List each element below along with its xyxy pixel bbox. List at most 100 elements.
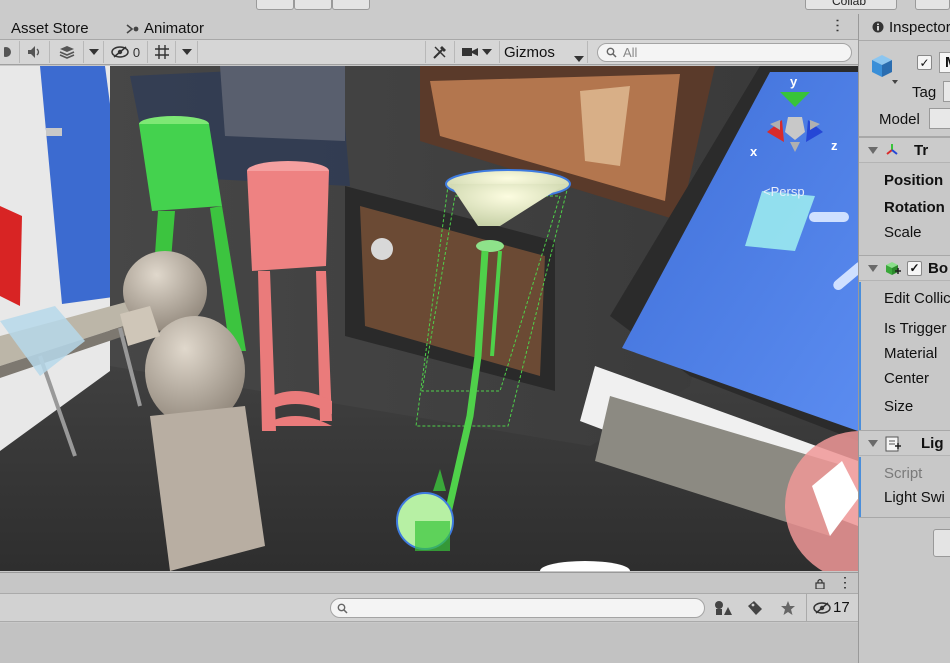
hidden-count-toggle[interactable]: 17 <box>806 594 858 622</box>
inspector-panel: Inspector ✓ M Tag Model Tr Position Rota… <box>858 14 950 663</box>
chevron-down-icon <box>482 49 492 55</box>
add-component-button[interactable] <box>933 529 950 557</box>
hidden-objects-toggle[interactable]: 0 <box>104 41 148 63</box>
tag-dropdown[interactable] <box>943 81 950 102</box>
scale-label[interactable]: Scale <box>884 224 922 241</box>
tab-asset-store[interactable]: Asset Store <box>11 18 89 40</box>
box-collider-enabled-checkbox[interactable]: ✓ <box>907 260 922 276</box>
star-icon[interactable] <box>780 600 796 616</box>
scene-tab-bar: Asset Store Animator ⋯ <box>0 14 858 40</box>
console-toolbar: 17 <box>0 594 858 622</box>
tools-icon <box>433 46 446 59</box>
projection-label[interactable]: <Persp <box>763 184 805 199</box>
axis-y-label: y <box>790 74 798 89</box>
position-label[interactable]: Position <box>884 172 943 189</box>
size-label: Size <box>884 398 914 415</box>
component-accent-bar <box>859 457 861 517</box>
search-icon <box>337 603 348 614</box>
light-switch-title: Lig <box>921 434 944 452</box>
component-accent-bar <box>859 282 861 432</box>
grid-toggle[interactable] <box>148 41 176 63</box>
lock-icon[interactable] <box>0 66 9 75</box>
prefab-cube-icon[interactable] <box>868 52 900 84</box>
orientation-gizmo[interactable]: y x z <box>740 72 850 182</box>
edit-collider-label[interactable]: Edit Collic <box>884 290 950 307</box>
tab-inspector[interactable]: Inspector <box>859 14 950 41</box>
play-button[interactable] <box>256 0 294 10</box>
box-collider-title: Bo <box>928 259 948 277</box>
light-switch-field-label: Light Swi <box>884 489 945 506</box>
console-search-input[interactable] <box>330 598 705 618</box>
transform-icon <box>886 144 898 155</box>
tag-icon[interactable] <box>747 600 763 616</box>
grid-icon <box>154 45 169 59</box>
lock-icon[interactable] <box>815 578 825 589</box>
audio-toggle[interactable] <box>20 41 50 63</box>
tab-animator-label: Animator <box>144 20 205 37</box>
model-select-button[interactable] <box>929 108 950 129</box>
axis-z-label: z <box>831 138 838 153</box>
gizmos-button[interactable]: Gizmos <box>500 41 588 63</box>
eye-hidden-icon <box>111 46 129 58</box>
grid-dropdown[interactable] <box>176 41 198 63</box>
account-button[interactable] <box>915 0 950 10</box>
console-content <box>0 623 858 663</box>
toolbar-strip: Collab <box>0 0 950 14</box>
foldout-caret-icon[interactable] <box>868 439 878 447</box>
step-button[interactable] <box>332 0 370 10</box>
info-icon <box>872 21 884 33</box>
console-tab-bar: ⋮ <box>0 572 858 594</box>
search-icon <box>606 47 617 58</box>
tag-label: Tag <box>912 84 937 101</box>
tab-inspector-label: Inspector <box>889 18 950 36</box>
scene-search-placeholder: All <box>623 45 638 60</box>
chevron-down-icon <box>181 49 192 55</box>
divider <box>859 517 950 518</box>
scene-viewport[interactable]: y x z <Persp <box>0 66 858 571</box>
box-collider-icon <box>886 261 901 275</box>
tools-button[interactable] <box>425 41 455 63</box>
chevron-down-icon <box>574 56 584 62</box>
speaker-icon <box>27 46 39 58</box>
hidden-count: 17 <box>833 599 850 616</box>
transform-title: Tr <box>914 141 929 159</box>
gizmos-label: Gizmos <box>504 43 555 61</box>
object-header: ✓ M Tag Model <box>859 41 950 137</box>
light-switch-component-header[interactable]: Lig <box>859 430 950 456</box>
box-collider-component-header[interactable]: ✓ Bo <box>859 255 950 281</box>
more-options-icon[interactable]: ⋯ <box>828 18 846 32</box>
center-label: Center <box>884 370 930 387</box>
object-name-text: M <box>945 54 950 71</box>
active-checkbox[interactable]: ✓ <box>917 55 932 70</box>
script-label: Script <box>884 465 923 482</box>
collab-button[interactable]: Collab <box>805 0 897 10</box>
effects-toggle[interactable] <box>50 41 84 63</box>
camera-button[interactable] <box>455 41 500 63</box>
layers-icon <box>59 46 74 59</box>
shapes-filter-icon[interactable] <box>713 600 733 616</box>
animator-icon <box>126 24 139 34</box>
lighting-toggle[interactable] <box>0 41 20 63</box>
tab-animator[interactable]: Animator <box>126 18 204 40</box>
transform-component-header[interactable]: Tr <box>859 137 950 163</box>
scene-search-input[interactable]: All <box>597 43 852 62</box>
scene-toolbar: 0 Gizmos All <box>0 40 858 65</box>
more-options-icon[interactable]: ⋮ <box>838 574 852 591</box>
hidden-layers-count: 0 <box>132 44 141 60</box>
axis-x-label: x <box>750 144 758 159</box>
effects-dropdown[interactable] <box>84 41 104 63</box>
foldout-caret-icon[interactable] <box>868 146 878 154</box>
is-trigger-label: Is Trigger <box>884 320 947 337</box>
foldout-caret-icon[interactable] <box>868 264 878 272</box>
gizmos-dropdown[interactable] <box>574 49 584 66</box>
pause-button[interactable] <box>294 0 332 10</box>
collab-label: Collab <box>832 0 867 8</box>
camera-icon <box>462 48 478 56</box>
rotation-label[interactable]: Rotation <box>884 199 945 216</box>
chevron-down-icon <box>88 49 99 55</box>
model-label: Model <box>879 111 920 128</box>
object-name-field[interactable]: M <box>939 52 950 73</box>
script-icon <box>885 436 901 451</box>
material-label: Material <box>884 345 938 362</box>
scene-render <box>0 66 858 571</box>
